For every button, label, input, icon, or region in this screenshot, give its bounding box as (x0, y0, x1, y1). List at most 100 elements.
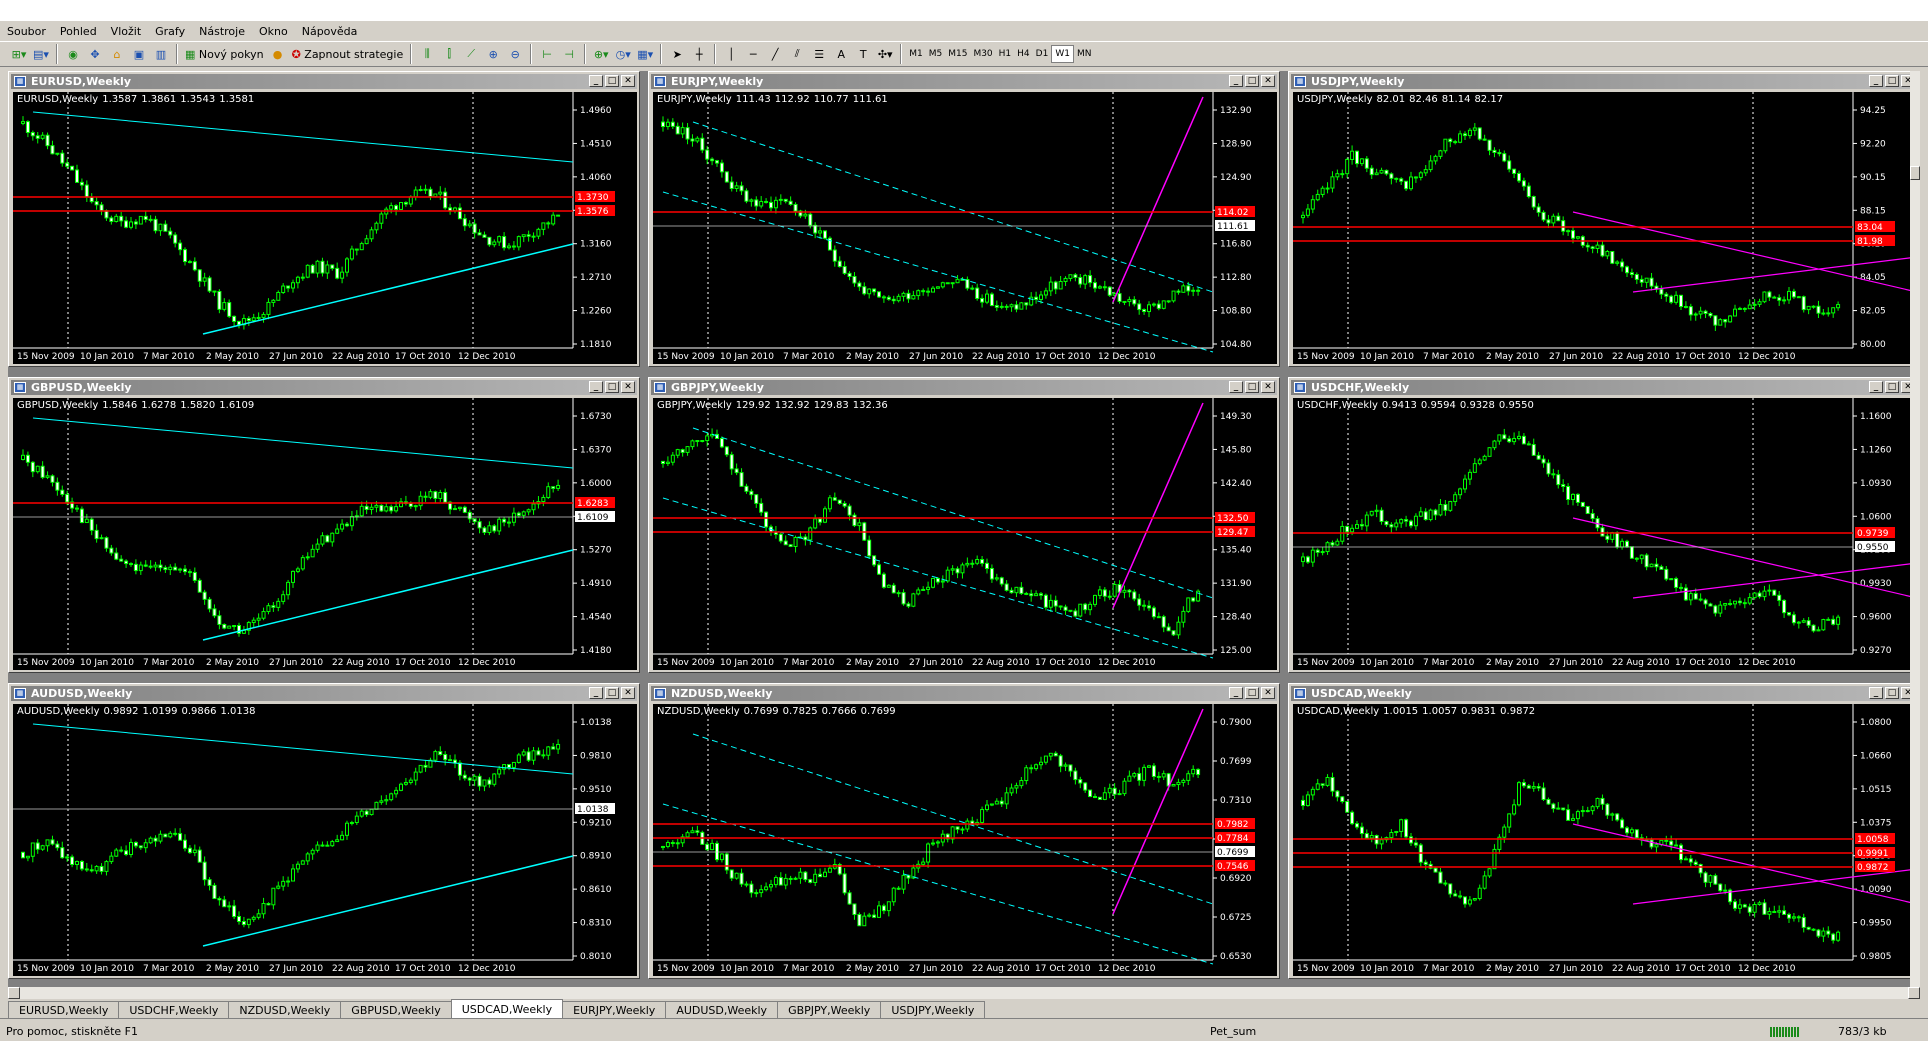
close-button[interactable]: ✕ (1261, 75, 1275, 87)
text-tool[interactable]: A (831, 44, 851, 64)
maximize-button[interactable]: □ (1245, 381, 1259, 393)
timeframe-h1[interactable]: H1 (996, 45, 1015, 63)
horizontal-line-icon[interactable]: ─ (743, 44, 763, 64)
tab-usdjpy[interactable]: USDJPY,Weekly (880, 1001, 986, 1018)
chart-window-title[interactable]: ▦ USDCAD,Weekly _ □ ✕ (1291, 686, 1917, 701)
metaeditor-icon[interactable]: ● (268, 44, 288, 64)
menu-nápověda[interactable]: Nápověda (295, 25, 365, 38)
timeframe-m30[interactable]: M30 (970, 45, 995, 63)
chart-shift-icon[interactable]: ⊣ (559, 44, 579, 64)
crosshair-icon[interactable]: ┼ (689, 44, 709, 64)
data-window-icon[interactable]: ⌂ (107, 44, 127, 64)
trendline[interactable] (32, 417, 574, 469)
price-chart[interactable]: 0.79000.76990.73100.71150.69200.67250.65… (653, 704, 1277, 976)
trendline-icon[interactable]: ╱ (765, 44, 785, 64)
maximize-button[interactable]: □ (605, 75, 619, 87)
menu-grafy[interactable]: Grafy (148, 25, 192, 38)
trendline[interactable] (32, 723, 574, 775)
chart-window-title[interactable]: ▦ GBPJPY,Weekly _ □ ✕ (651, 380, 1277, 395)
close-button[interactable]: ✕ (621, 381, 635, 393)
close-button[interactable]: ✕ (621, 75, 635, 87)
maximize-button[interactable]: □ (605, 381, 619, 393)
chart-window-title[interactable]: ▦ AUDUSD,Weekly _ □ ✕ (11, 686, 637, 701)
vertical-line-icon[interactable]: │ (721, 44, 741, 64)
price-chart[interactable]: 132.90128.90124.90120.90116.80112.80108.… (653, 92, 1277, 364)
chart-window-title[interactable]: ▦ USDCHF,Weekly _ □ ✕ (1291, 380, 1917, 395)
market-watch-icon[interactable]: ◉ (63, 44, 83, 64)
chart-window-nzdusd[interactable]: ▦NZDUSD,Weekly_□✕0.79000.76990.73100.711… (648, 683, 1280, 979)
trendline[interactable] (1112, 402, 1204, 609)
autoscroll-icon[interactable]: ⊢ (537, 44, 557, 64)
maximize-button[interactable]: □ (1885, 75, 1899, 87)
minimize-button[interactable]: _ (1229, 75, 1243, 87)
chart-window-gbpjpy[interactable]: ▦GBPJPY,Weekly_□✕ 149.30145.80142.40138.9… (648, 377, 1280, 673)
price-chart[interactable]: 1.49601.45101.40601.36101.31601.27101.22… (13, 92, 637, 364)
scroll-right-button[interactable] (1908, 987, 1920, 999)
tab-eurusd[interactable]: EURUSD,Weekly (8, 1001, 120, 1018)
channel-icon[interactable]: ⫽ (787, 44, 807, 64)
minimize-button[interactable]: _ (1229, 687, 1243, 699)
channel-line[interactable] (692, 733, 1214, 905)
menu-pohled[interactable]: Pohled (53, 25, 104, 38)
tab-audusd[interactable]: AUDUSD,Weekly (665, 1001, 779, 1018)
chart-window-usdcad[interactable]: ▦ USDCAD,Weekly _ □ ✕ 1.0800 1.0660 1.0515 1.037… (1288, 683, 1920, 979)
bar-chart-icon[interactable]: ⫼ (417, 44, 437, 64)
minimize-button[interactable]: _ (1869, 381, 1883, 393)
trendline[interactable] (1112, 708, 1204, 915)
periods-icon[interactable]: ◷▾ (613, 44, 633, 64)
close-button[interactable]: ✕ (1261, 687, 1275, 699)
trendline[interactable] (202, 855, 574, 947)
chart-window-title[interactable]: ▦ EURJPY,Weekly _ □ ✕ (651, 74, 1277, 89)
maximize-button[interactable]: □ (1885, 687, 1899, 699)
maximize-button[interactable]: □ (1245, 687, 1259, 699)
menu-okno[interactable]: Okno (252, 25, 295, 38)
timeframe-m5[interactable]: M5 (926, 45, 946, 63)
trendline[interactable] (32, 111, 574, 163)
tab-eurjpy[interactable]: EURJPY,Weekly (562, 1001, 667, 1018)
horizontal-scrollbar[interactable] (8, 987, 1920, 999)
maximize-button[interactable]: □ (605, 687, 619, 699)
channel-line[interactable] (662, 191, 1214, 353)
price-chart[interactable]: 149.30145.80142.40138.90135.40131.90128.… (653, 398, 1277, 670)
terminal-icon[interactable]: ▣ (129, 44, 149, 64)
minimize-button[interactable]: _ (589, 381, 603, 393)
new-order-button[interactable]: ▦ Nový pokyn (183, 44, 266, 64)
trendline[interactable] (1112, 96, 1204, 303)
timeframe-m15[interactable]: M15 (945, 45, 970, 63)
close-button[interactable]: ✕ (621, 687, 635, 699)
strategies-button[interactable]: ✪ Zapnout strategie (290, 44, 406, 64)
candle-chart-icon[interactable]: ⫿ (439, 44, 459, 64)
close-button[interactable]: ✕ (1261, 381, 1275, 393)
minimize-button[interactable]: _ (1869, 75, 1883, 87)
new-chart-icon[interactable]: ⊞▾ (9, 44, 29, 64)
trendline[interactable] (202, 243, 574, 335)
chart-window-gbpusd[interactable]: ▦GBPUSD,Weekly_□✕ 1.67301.63701.60001.564… (8, 377, 640, 673)
timeframe-h4[interactable]: H4 (1014, 45, 1033, 63)
zoom-in-icon[interactable]: ⊕ (483, 44, 503, 64)
profiles-icon[interactable]: ▤▾ (31, 44, 51, 64)
navigator-icon[interactable]: ✥ (85, 44, 105, 64)
menu-soubor[interactable]: Soubor (0, 25, 53, 38)
maximize-button[interactable]: □ (1885, 381, 1899, 393)
tester-icon[interactable]: ▥ (151, 44, 171, 64)
price-chart[interactable]: 1.0138 0.9810 0.9510 0.9210 0.8910 0.8610 0.83… (13, 704, 637, 976)
vertical-scrollbar[interactable] (1910, 71, 1920, 987)
chart-window-title[interactable]: ▦ GBPUSD,Weekly _ □ ✕ (11, 380, 637, 395)
text-label-icon[interactable]: T (853, 44, 873, 64)
chart-window-audusd[interactable]: ▦ AUDUSD,Weekly _ □ ✕ 1.0138 0.9810 0.9510 0.921… (8, 683, 640, 979)
timeframe-w1[interactable]: W1 (1051, 45, 1074, 63)
chart-window-eurjpy[interactable]: ▦EURJPY,Weekly_□✕ 132.90128.90124.90120.9… (648, 71, 1280, 367)
timeframe-mn[interactable]: MN (1074, 45, 1095, 63)
tab-nzdusd[interactable]: NZDUSD,Weekly (228, 1001, 342, 1018)
minimize-button[interactable]: _ (1229, 381, 1243, 393)
tab-usdcad[interactable]: USDCAD,Weekly (450, 999, 564, 1018)
timeframe-d1[interactable]: D1 (1033, 45, 1052, 63)
price-chart[interactable]: 1.67301.63701.60001.56401.52701.49101.45… (13, 398, 637, 670)
scroll-thumb[interactable] (1910, 166, 1920, 180)
minimize-button[interactable]: _ (1869, 687, 1883, 699)
indicators-icon[interactable]: ⊕▾ (591, 44, 611, 64)
chart-window-title[interactable]: ▦ EURUSD,Weekly _ □ ✕ (11, 74, 637, 89)
menu-vložit[interactable]: Vložit (104, 25, 148, 38)
menu-nástroje[interactable]: Nástroje (192, 25, 252, 38)
templates-icon[interactable]: ▦▾ (635, 44, 655, 64)
